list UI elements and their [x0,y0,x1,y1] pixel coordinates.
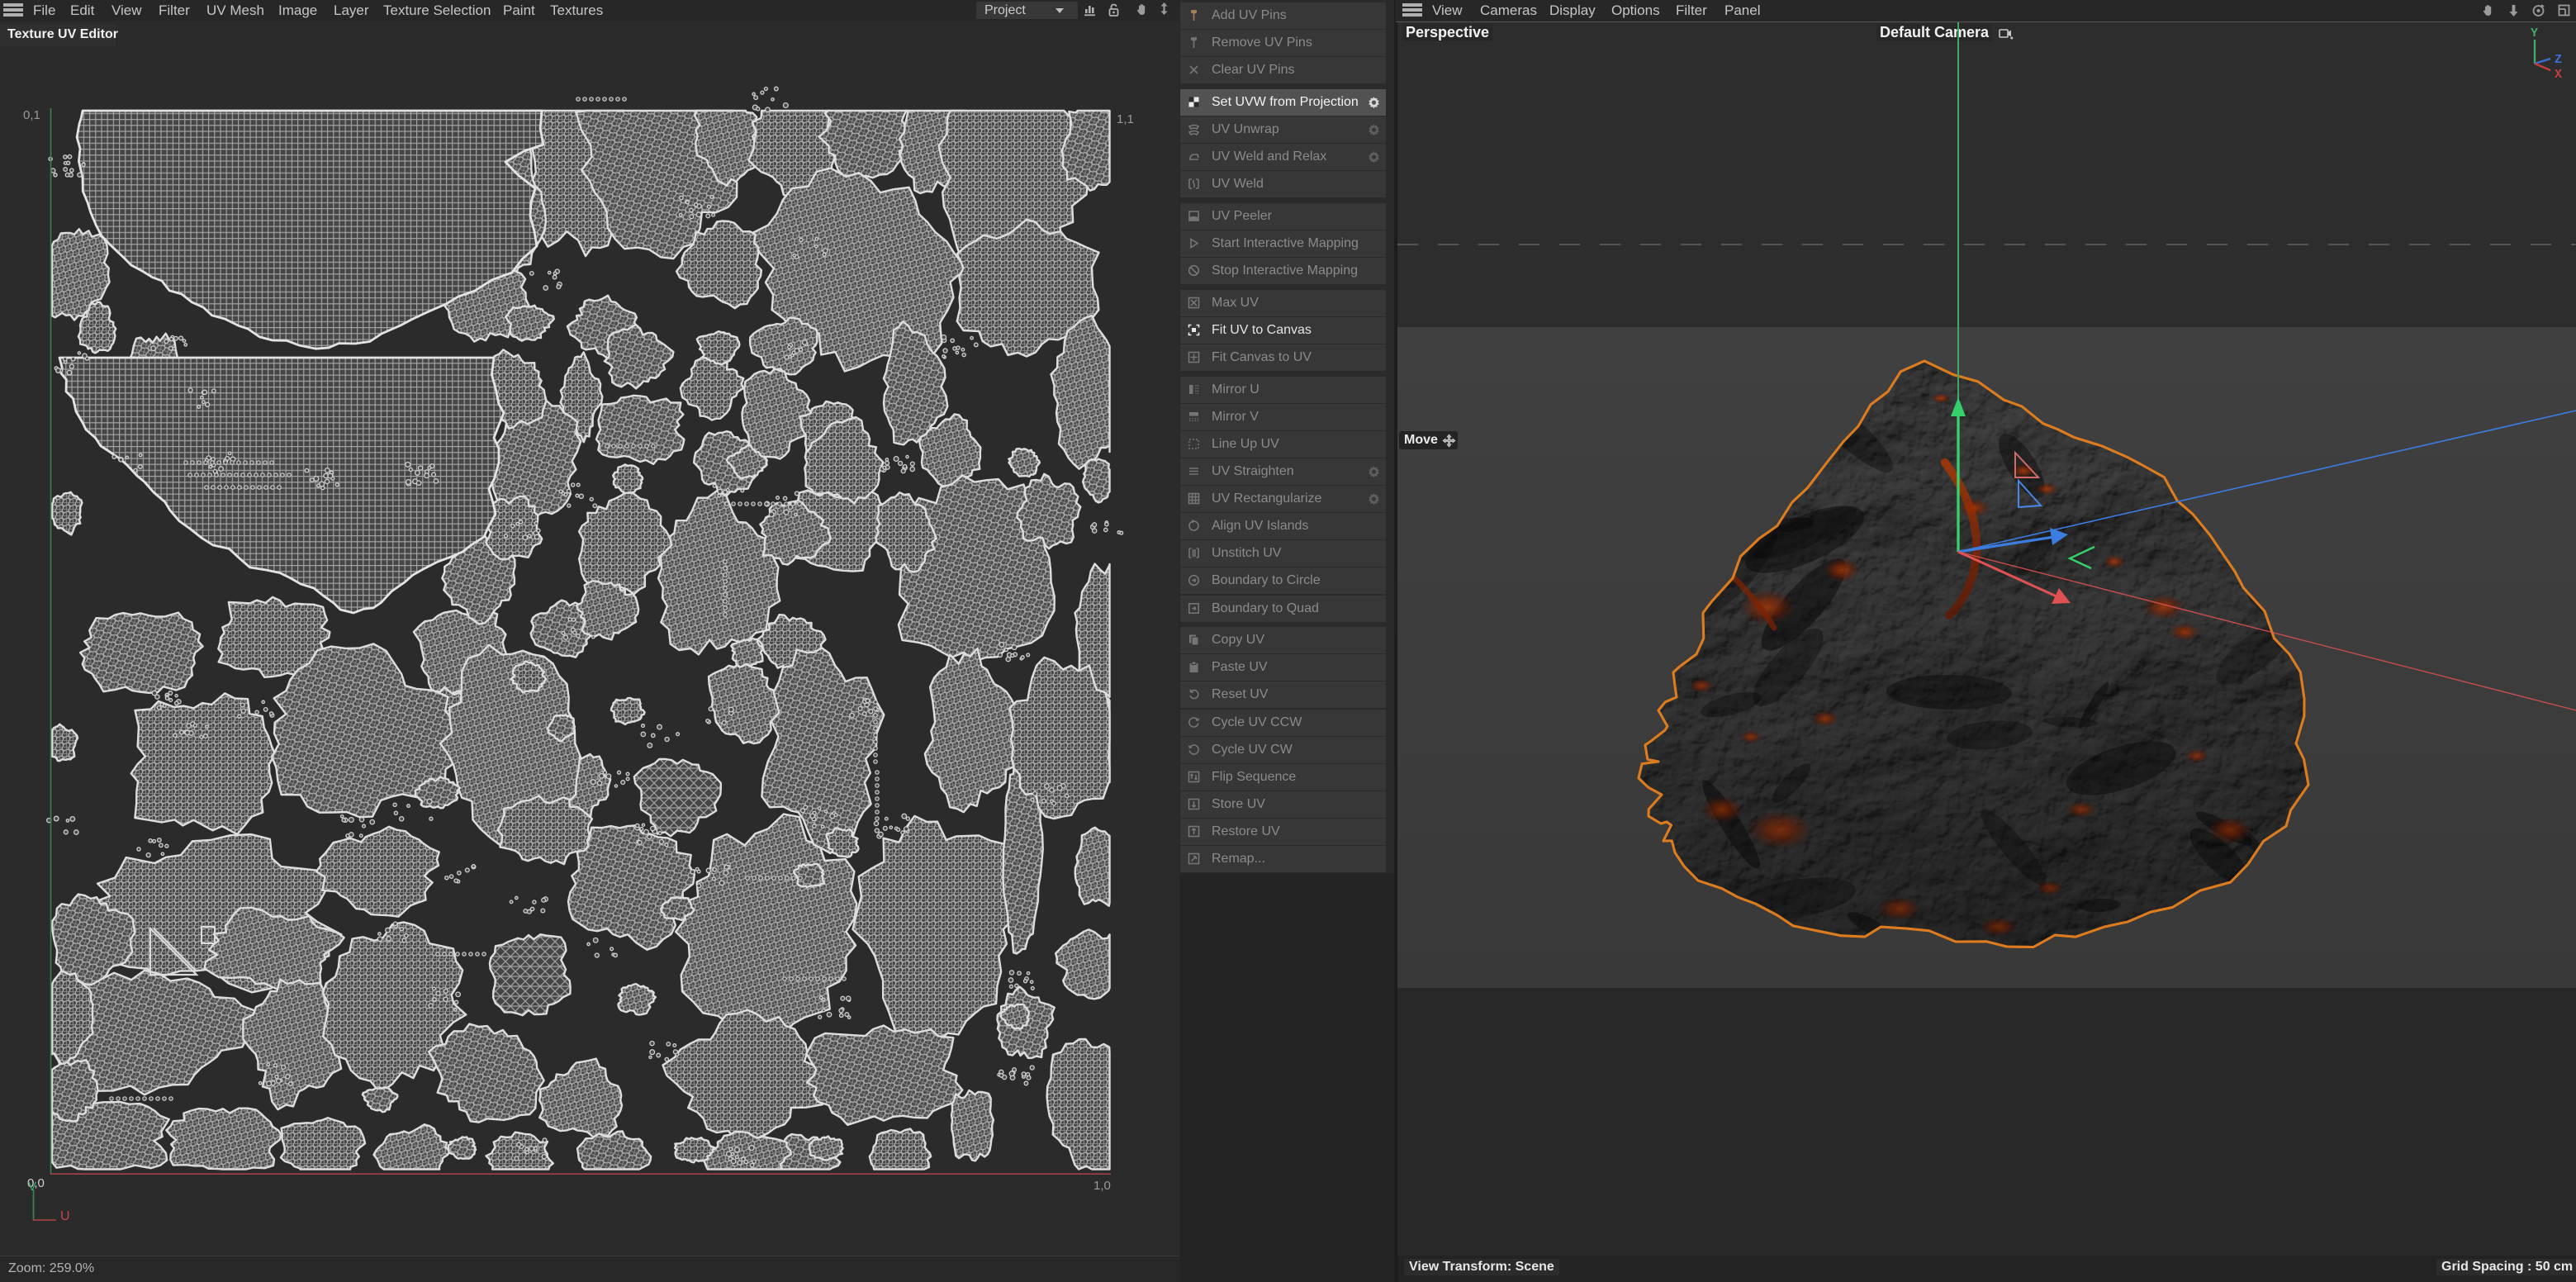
svg-text:Y: Y [2531,26,2538,40]
svg-text:Z: Z [2555,53,2562,67]
svg-text:X: X [2555,68,2562,82]
